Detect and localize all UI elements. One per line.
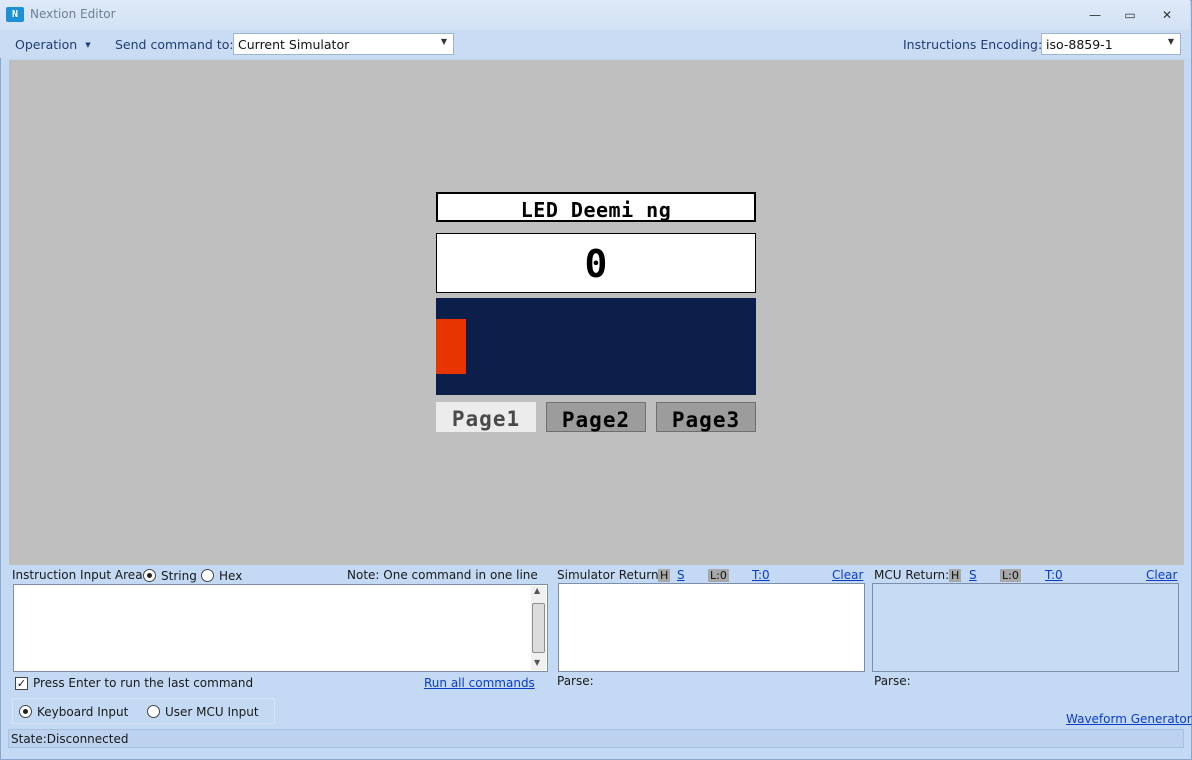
- hex-mode-radio[interactable]: [201, 569, 214, 582]
- device-value-display[interactable]: 0: [436, 233, 756, 293]
- device-slider-cursor[interactable]: [436, 319, 466, 374]
- mcu-length-counter: L:0: [1000, 569, 1021, 582]
- mcu-string-toggle[interactable]: S: [969, 568, 977, 582]
- string-mode-radio[interactable]: [143, 569, 156, 582]
- keyboard-input-radio[interactable]: [19, 705, 32, 718]
- mcu-return-output[interactable]: [872, 583, 1179, 672]
- instruction-area-label: Instruction Input Area:: [12, 568, 147, 582]
- sim-string-toggle[interactable]: S: [677, 568, 685, 582]
- mcu-clear-link[interactable]: Clear: [1146, 568, 1177, 582]
- sim-parse-label: Parse:: [557, 674, 594, 688]
- title-bar[interactable]: [0, 0, 1190, 30]
- scrollbar-thumb[interactable]: [532, 603, 545, 653]
- encoding-value: iso-8859-1: [1046, 37, 1113, 52]
- send-command-label: Send command to:: [115, 37, 234, 52]
- minimize-button[interactable]: —: [1078, 4, 1112, 26]
- sim-clear-link[interactable]: Clear: [832, 568, 863, 582]
- page2-button[interactable]: Page2: [546, 402, 646, 432]
- encoding-select[interactable]: iso-8859-1 ▼: [1041, 33, 1181, 55]
- maximize-button[interactable]: ▭: [1113, 4, 1147, 26]
- page1-button[interactable]: Page1: [436, 402, 536, 432]
- connection-state: State:Disconnected: [11, 732, 129, 746]
- encoding-label: Instructions Encoding:: [903, 37, 1043, 52]
- device-title-text[interactable]: LED Deemi ng: [436, 192, 756, 222]
- sim-hex-toggle[interactable]: H: [658, 569, 671, 582]
- chevron-down-icon: ▼: [1167, 37, 1174, 46]
- sim-time-counter[interactable]: T:0: [752, 568, 770, 582]
- chevron-down-icon: ▼: [440, 37, 447, 46]
- run-all-commands-link[interactable]: Run all commands: [424, 676, 535, 690]
- operation-menu-label: Operation: [15, 37, 78, 52]
- mcu-hex-toggle[interactable]: H: [949, 569, 962, 582]
- mcu-input-label: User MCU Input: [165, 705, 259, 719]
- scroll-down-icon[interactable]: ▼: [534, 658, 540, 667]
- string-mode-label: String: [161, 569, 197, 583]
- instruction-input[interactable]: [13, 584, 548, 672]
- hex-mode-label: Hex: [219, 569, 243, 583]
- enter-run-label: Press Enter to run the last command: [33, 676, 254, 690]
- close-button[interactable]: ✕: [1150, 4, 1184, 26]
- scroll-up-icon[interactable]: ▲: [534, 586, 540, 595]
- device-slider[interactable]: [436, 298, 756, 395]
- mcu-time-counter[interactable]: T:0: [1045, 568, 1063, 582]
- send-target-value: Current Simulator: [238, 37, 350, 52]
- chevron-down-icon: ▼: [85, 41, 91, 49]
- waveform-generator-link[interactable]: Waveform Generator: [1066, 712, 1192, 726]
- instruction-note: Note: One command in one line: [347, 568, 538, 582]
- app-logo-icon: N: [6, 7, 24, 22]
- simulator-return-label: Simulator Return:: [557, 568, 663, 582]
- keyboard-input-label: Keyboard Input: [37, 705, 129, 719]
- mcu-input-radio[interactable]: [147, 705, 160, 718]
- sim-length-counter: L:0: [708, 569, 729, 582]
- send-target-select[interactable]: Current Simulator ▼: [233, 33, 454, 55]
- window-title: Nextion Editor: [30, 7, 116, 21]
- status-bar: [8, 729, 1184, 748]
- mcu-parse-label: Parse:: [874, 674, 911, 688]
- mcu-return-label: MCU Return:: [874, 568, 950, 582]
- page3-button[interactable]: Page3: [656, 402, 756, 432]
- operation-menu[interactable]: Operation ▼: [15, 37, 91, 52]
- simulator-return-output[interactable]: [558, 583, 865, 672]
- enter-run-checkbox[interactable]: ✓: [15, 677, 28, 690]
